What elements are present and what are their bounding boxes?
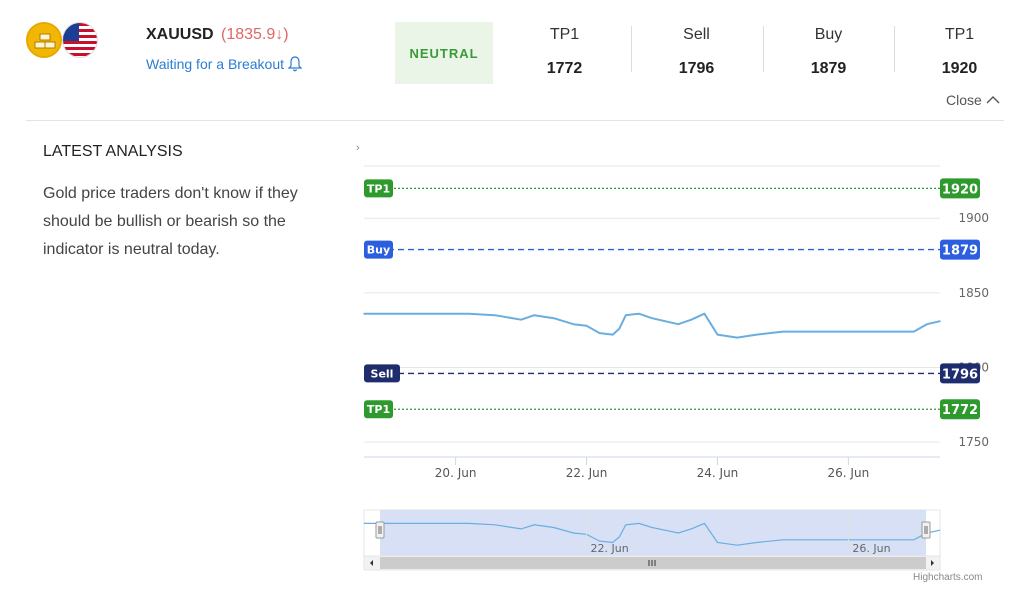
close-label: Close — [946, 92, 982, 108]
price-point — [422, 312, 424, 315]
signal-value-text: 1920 — [942, 182, 978, 197]
analysis-text: Gold price traders don't know if they sh… — [43, 185, 298, 258]
us-flag-icon — [62, 22, 98, 58]
status-link[interactable]: Waiting for a Breakout — [146, 56, 302, 72]
analysis-title: LATEST ANALYSIS — [43, 143, 183, 160]
signal-header: XAUUSD (1835.9↓) Waiting for a Breakout … — [0, 0, 1024, 122]
price-point — [664, 320, 666, 322]
signal-label-text: TP1 — [367, 182, 390, 195]
x-tick-label: 20. Jun — [435, 466, 477, 480]
scrollbar-thumb — [380, 557, 926, 569]
chevron-up-icon — [986, 96, 1000, 104]
y-tick-label: 1900 — [958, 211, 989, 225]
navigator-selection — [380, 510, 926, 556]
price-point — [598, 332, 601, 334]
level-tp1-high: TP1 1920 — [894, 22, 1024, 84]
price-point — [553, 317, 555, 320]
x-tick-label: 26. Jun — [828, 466, 870, 480]
price-chart: 20. Jun22. Jun24. Jun26. Jun 17501800185… — [350, 130, 1024, 591]
navigator-handle — [375, 521, 385, 539]
price-point — [755, 333, 758, 336]
signal-value-text: 1796 — [942, 367, 978, 382]
level-tp1-low: TP1 1772 — [499, 22, 630, 84]
level-buy: Buy 1879 — [763, 22, 894, 84]
price-point — [939, 320, 941, 322]
price-point — [585, 324, 588, 327]
navigator-handle — [921, 521, 931, 539]
price-point — [926, 323, 928, 325]
level-sell: Sell 1796 — [631, 22, 762, 84]
signal-badge: NEUTRAL — [395, 22, 493, 84]
level-value: 1796 — [678, 60, 715, 77]
level-label: TP1 — [944, 26, 975, 43]
price-point — [625, 314, 627, 317]
price-point — [467, 312, 470, 315]
gold-bars-icon — [26, 22, 62, 58]
chart-plot-lines: TP1 1920 Buy 1879 Sell 1796 TP1 1772 — [364, 178, 980, 420]
chart-scrollbar — [363, 555, 941, 571]
x-tick-label: 22. Jun — [566, 466, 608, 480]
chart-x-axis: 20. Jun 22. Jun 24. Jun 26. Jun — [364, 456, 940, 480]
instrument-price: (1835.9↓) — [221, 26, 289, 43]
price-point — [520, 318, 522, 321]
price-point — [814, 330, 817, 333]
price-point — [847, 330, 850, 333]
level-label: TP1 — [549, 26, 580, 43]
chart-navigator: 22. Jun 26. Jun — [363, 509, 941, 557]
price-point — [572, 323, 575, 325]
price-point — [880, 330, 882, 333]
instrument-pair: XAUUSD — [146, 26, 214, 43]
signal-value-text: 1879 — [942, 244, 978, 259]
bell-icon — [288, 56, 302, 72]
x-tick-label: 24. Jun — [697, 466, 739, 480]
price-point — [736, 336, 738, 339]
navigator-tick-label: 22. Jun — [591, 542, 629, 555]
close-button[interactable]: Close — [946, 92, 1000, 108]
y-tick-label: 1750 — [958, 435, 989, 449]
price-point — [913, 330, 915, 333]
level-value: 1879 — [810, 60, 847, 77]
level-label: Sell — [683, 26, 710, 43]
chart-grid — [364, 165, 940, 443]
header-divider — [26, 120, 1004, 121]
signal-value-text: 1772 — [942, 403, 978, 418]
level-value: 1920 — [941, 60, 978, 77]
level-label: Buy — [814, 26, 843, 43]
price-point — [363, 312, 365, 315]
chart-series — [363, 312, 941, 339]
price-point — [638, 312, 640, 315]
price-point — [651, 317, 653, 320]
price-point — [494, 314, 496, 317]
price-series-line — [364, 312, 941, 339]
navigator-tick-label: 26. Jun — [852, 542, 890, 555]
price-point — [618, 327, 621, 330]
status-label: Waiting for a Breakout — [146, 56, 284, 72]
signal-label-text: Sell — [371, 367, 394, 380]
y-tick-label: 1850 — [958, 286, 989, 300]
signal-label-text: TP1 — [367, 403, 390, 416]
price-point — [677, 323, 679, 325]
price-point — [716, 333, 719, 336]
price-chart-svg: 20. Jun22. Jun24. Jun26. Jun 17501800185… — [363, 165, 989, 571]
price-point — [611, 333, 614, 336]
level-value: 1772 — [546, 60, 583, 77]
price-point — [533, 314, 535, 317]
price-point — [690, 318, 693, 321]
price-point — [782, 330, 784, 333]
currency-flags — [26, 22, 102, 60]
signal-label-text: Buy — [367, 244, 390, 257]
price-point — [703, 312, 706, 315]
chart-credit[interactable]: Highcharts.com — [913, 572, 982, 583]
